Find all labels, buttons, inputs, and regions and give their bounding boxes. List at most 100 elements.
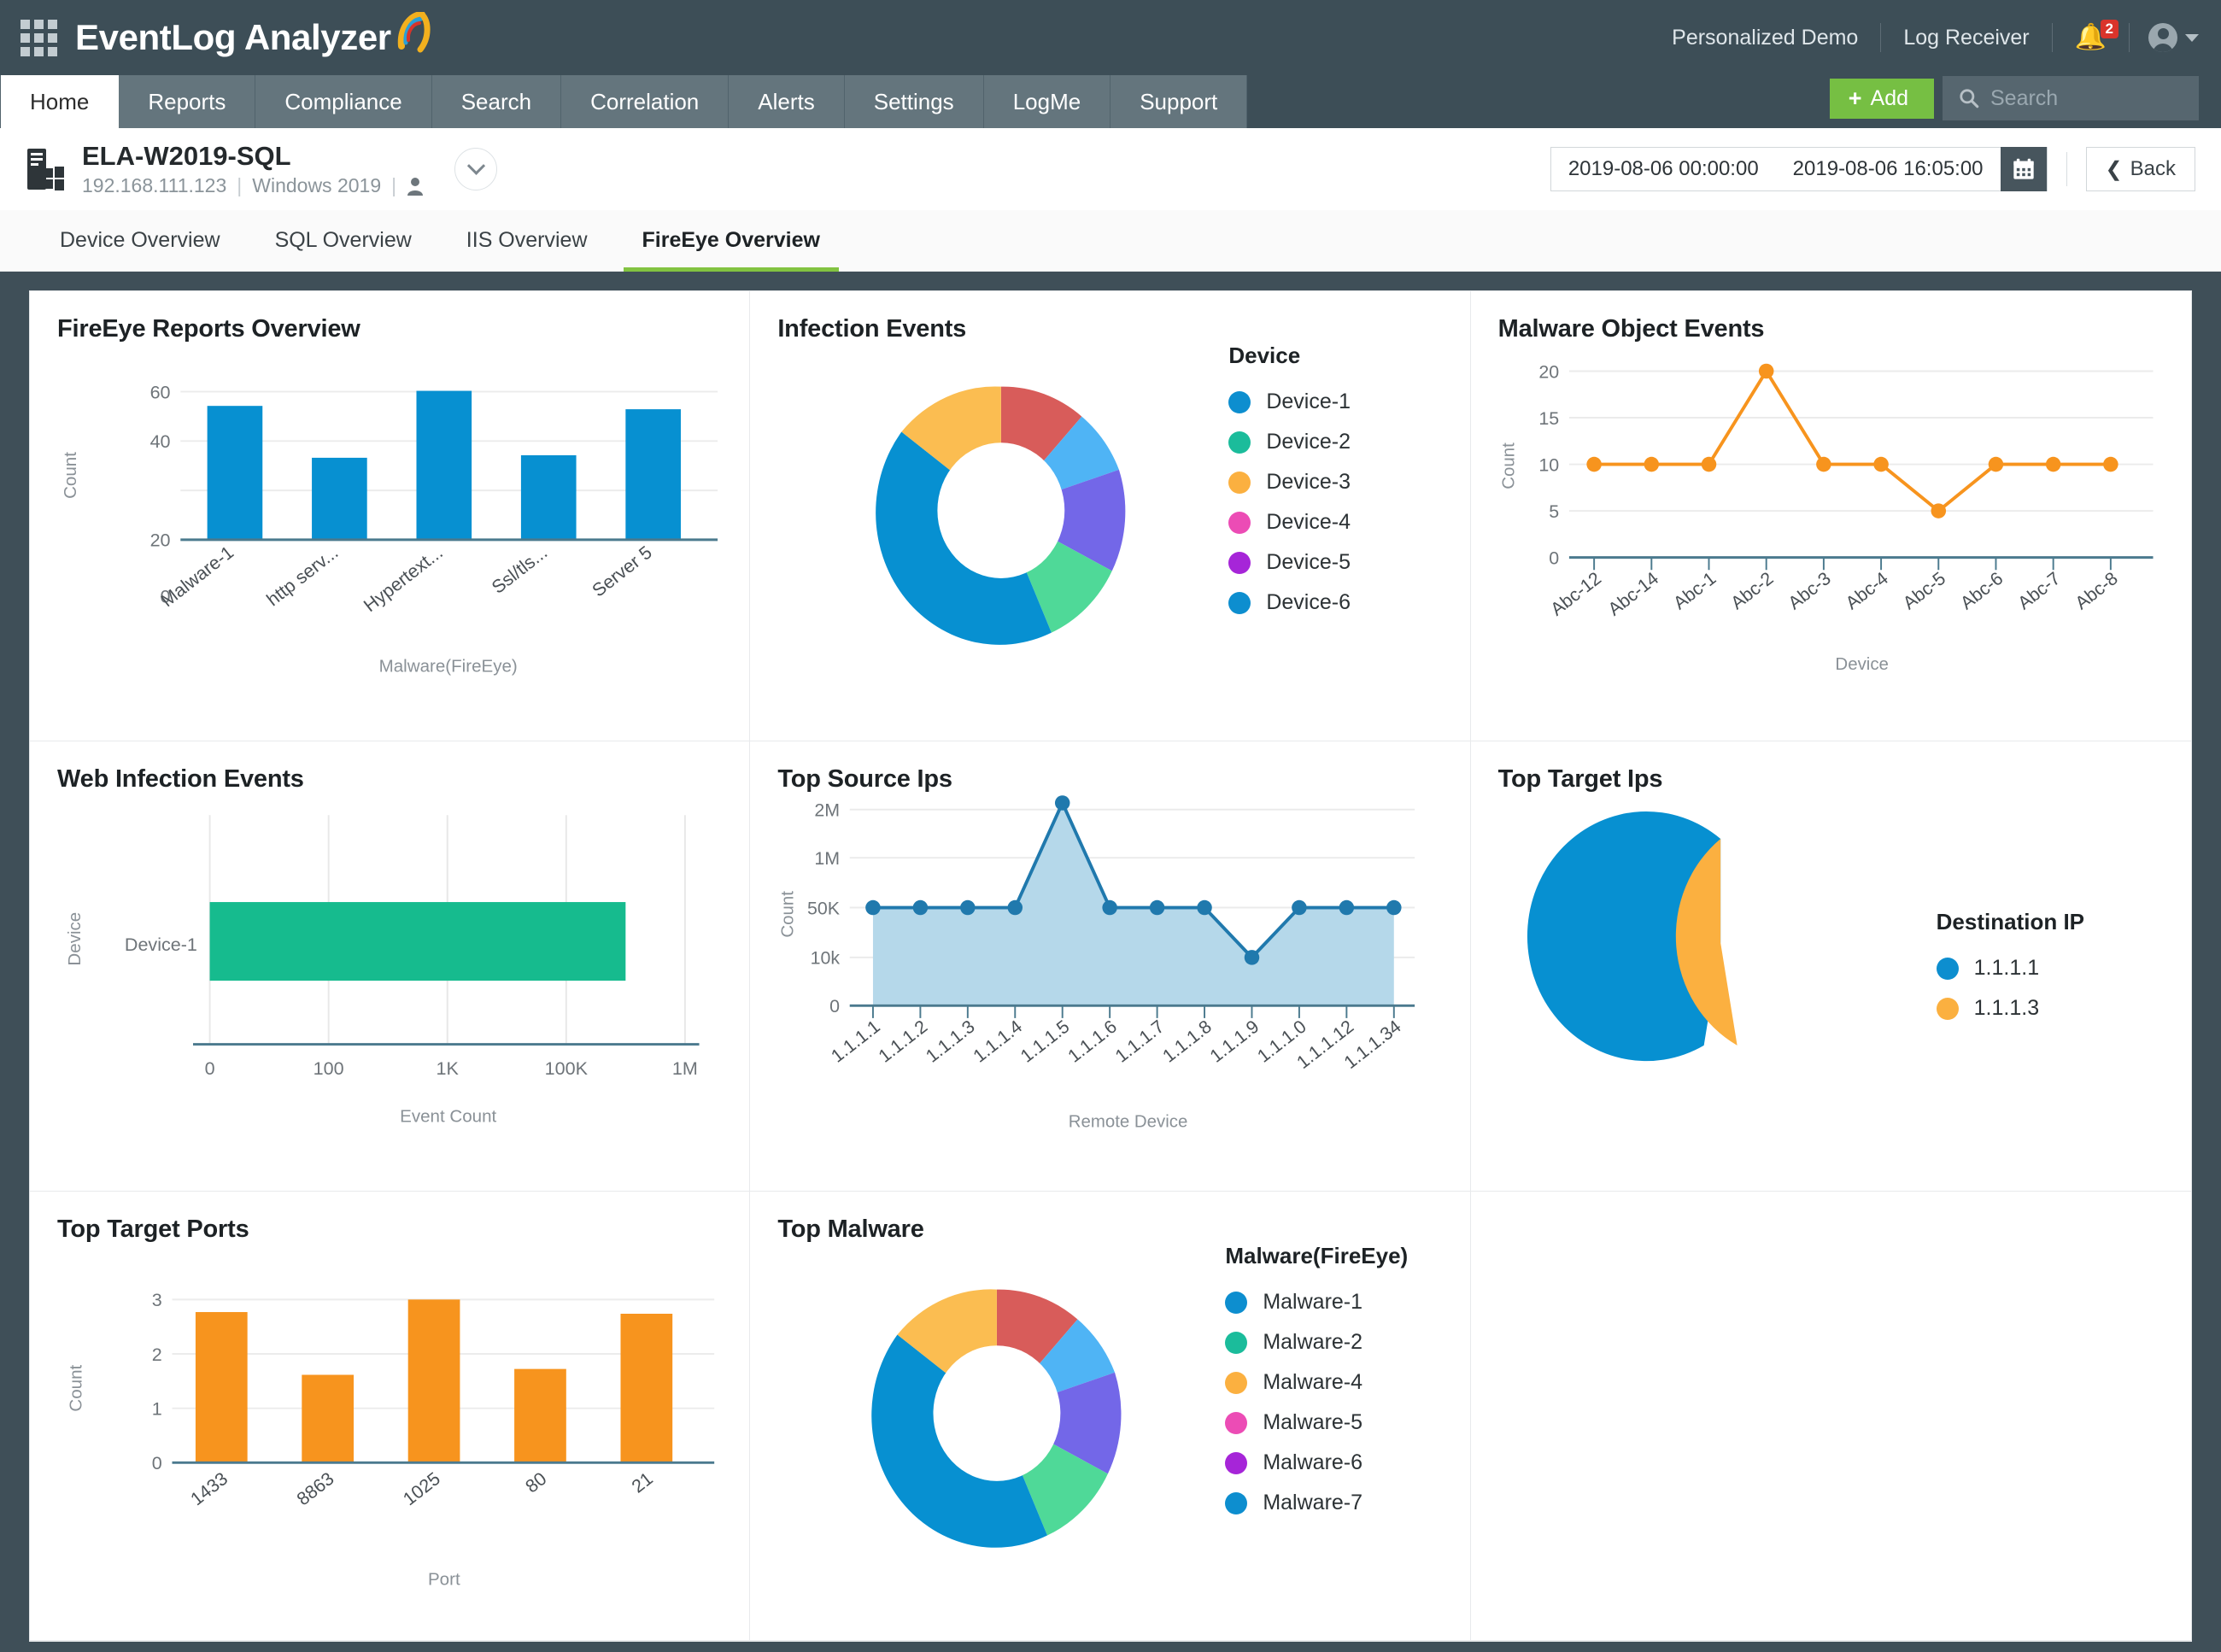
legend-item[interactable]: Malware-6 <box>1225 1450 1408 1475</box>
legend-color-swatch-icon <box>1225 1332 1247 1354</box>
nav-tab-correlation[interactable]: Correlation <box>561 75 729 128</box>
svg-text:1.1.1.4: 1.1.1.4 <box>970 1016 1026 1067</box>
legend-item[interactable]: 1.1.1.1 <box>1937 956 2084 981</box>
search-input[interactable] <box>1990 86 2183 111</box>
sub-tab-iis-overview[interactable]: IIS Overview <box>439 210 615 272</box>
legend-item[interactable]: Malware-4 <box>1225 1370 1408 1395</box>
svg-text:21: 21 <box>628 1468 657 1497</box>
chart-fireye-reports-overview[interactable]: 60 40 20 0 Count Malware-1 http serv... … <box>30 291 749 732</box>
nav-tab-logme[interactable]: LogMe <box>984 75 1111 128</box>
svg-text:Abc-3: Abc-3 <box>1784 568 1835 613</box>
svg-text:0: 0 <box>152 1453 162 1473</box>
svg-text:20: 20 <box>150 530 171 551</box>
x-tick-labels: 1433 8863 1025 80 21 <box>187 1468 657 1509</box>
y-axis-label: Device <box>65 912 85 966</box>
y-axis-label: Count <box>779 891 798 938</box>
add-button[interactable]: + Add <box>1830 79 1934 119</box>
global-search[interactable] <box>1943 76 2199 120</box>
nav-tab-home[interactable]: Home <box>0 75 119 128</box>
date-range-picker[interactable]: 2019-08-06 00:00:00 2019-08-06 16:05:00 <box>1550 147 2048 191</box>
card-top-target-ports: Top Target Ports 3 2 1 0 Count <box>30 1192 750 1641</box>
brand-logo[interactable]: EventLog Analyzer <box>75 17 432 58</box>
svg-text:Abc-4: Abc-4 <box>1842 568 1892 613</box>
legend-top-malware: Malware(FireEye) Malware-1Malware-2Malwa… <box>1225 1243 1408 1531</box>
legend-item[interactable]: Device-4 <box>1228 510 1351 535</box>
calendar-button[interactable] <box>2001 147 2047 191</box>
svg-text:1.1.1.3: 1.1.1.3 <box>923 1016 979 1067</box>
legend-item[interactable]: Device-1 <box>1228 390 1351 414</box>
y-tick-labels: 2M 1M 50K 10k 0 <box>807 800 841 1017</box>
legend-color-swatch-icon <box>1225 1412 1247 1434</box>
gridlines <box>1569 371 2154 511</box>
nav-tab-support[interactable]: Support <box>1110 75 1247 128</box>
plus-icon: + <box>1849 87 1862 110</box>
back-button[interactable]: ❮ Back <box>2086 147 2195 191</box>
legend-infection-events: Device Device-1Device-2Device-3Device-4D… <box>1228 343 1351 630</box>
add-button-label: Add <box>1871 86 1908 111</box>
legend-item[interactable]: Malware-5 <box>1225 1410 1408 1435</box>
user-menu[interactable] <box>2130 23 2199 52</box>
nav-tab-search[interactable]: Search <box>432 75 561 128</box>
log-receiver-link[interactable]: Log Receiver <box>1881 26 2051 50</box>
svg-text:Abc-1: Abc-1 <box>1669 568 1720 613</box>
legend-item[interactable]: Malware-2 <box>1225 1330 1408 1355</box>
notifications-button[interactable]: 🔔 2 <box>2053 25 2129 50</box>
svg-text:10: 10 <box>1538 454 1559 475</box>
legend-item[interactable]: Malware-1 <box>1225 1290 1408 1315</box>
sub-tab-fireeye-overview[interactable]: FireEye Overview <box>615 210 847 272</box>
legend-label: Device-6 <box>1266 590 1351 615</box>
personalized-demo-link[interactable]: Personalized Demo <box>1650 26 1880 50</box>
svg-text:20: 20 <box>1538 361 1559 382</box>
notification-badge: 2 <box>2101 20 2118 38</box>
legend-color-swatch-icon <box>1228 391 1251 413</box>
y-tick-label: Device-1 <box>125 934 197 955</box>
chart-web-infection-events[interactable]: Device-1 Device 0 100 1K 100K 1M Event C… <box>30 741 749 1182</box>
chart-malware-object-events[interactable]: 20 15 10 5 0 Count Abc-12 Abc-14 Abc-1 A… <box>1471 291 2191 729</box>
svg-text:0: 0 <box>205 1058 215 1079</box>
x-ticks <box>873 1005 1394 1018</box>
svg-text:Abc-8: Abc-8 <box>2071 568 2121 613</box>
nav-tab-reports[interactable]: Reports <box>119 75 255 128</box>
chart-top-source-ips[interactable]: 2M 1M 50K 10k 0 Count 1.1.1.1 1.1.1.2 1.… <box>750 741 1469 1180</box>
legend-label: 1.1.1.1 <box>1974 956 2039 981</box>
svg-text:1: 1 <box>152 1399 162 1420</box>
card-top-malware: Top Malware Malware(FireEye) Malware-1Ma… <box>750 1192 1470 1641</box>
svg-text:Abc-14: Abc-14 <box>1604 568 1662 620</box>
x-axis-label: Event Count <box>400 1107 496 1127</box>
main-nav: HomeReportsComplianceSearchCorrelationAl… <box>0 75 2221 128</box>
nav-actions: + Add <box>1830 76 2199 120</box>
legend-item[interactable]: Device-6 <box>1228 590 1351 615</box>
legend-item[interactable]: Device-3 <box>1228 470 1351 495</box>
line-series <box>1594 371 2111 511</box>
legend-color-swatch-icon <box>1228 552 1251 574</box>
sub-tab-sql-overview[interactable]: SQL Overview <box>248 210 439 272</box>
chart-infection-events[interactable] <box>750 291 1469 732</box>
legend-item[interactable]: Device-2 <box>1228 430 1351 454</box>
legend-item[interactable]: Malware-7 <box>1225 1491 1408 1515</box>
legend-label: Device-4 <box>1266 510 1351 535</box>
expand-device-button[interactable] <box>454 148 497 190</box>
legend-item[interactable]: Device-5 <box>1228 550 1351 575</box>
legend-items: Malware-1 Malware-2 Malware-4 Malware-5 Malw… <box>1225 1290 1408 1515</box>
svg-text:15: 15 <box>1538 408 1559 429</box>
date-from: 2019-08-06 00:00:00 <box>1551 157 1776 181</box>
legend-item[interactable]: 1.1.1.3 <box>1937 996 2084 1021</box>
legend-items: Device-1 Device-2 Device-3 Device-4 Device-5… <box>1228 390 1351 615</box>
device-os: Windows 2019 <box>252 174 381 197</box>
nav-tab-compliance[interactable]: Compliance <box>255 75 431 128</box>
area-fill <box>873 803 1394 1005</box>
nav-tab-alerts[interactable]: Alerts <box>729 75 844 128</box>
sub-tab-device-overview[interactable]: Device Overview <box>32 210 248 272</box>
x-axis-label: Port <box>428 1569 460 1589</box>
legend-top-target-ips: Destination IP 1.1.1.11.1.1.3 <box>1937 909 2084 1036</box>
app-launcher-icon[interactable] <box>19 18 58 57</box>
legend-label: Malware-2 <box>1263 1330 1362 1355</box>
svg-text:1433: 1433 <box>187 1468 232 1509</box>
svg-text:1.1.1.6: 1.1.1.6 <box>1064 1016 1121 1067</box>
chart-top-target-ports[interactable]: 3 2 1 0 Count 1433 8863 1025 80 21 Port <box>30 1192 749 1631</box>
nav-tab-settings[interactable]: Settings <box>845 75 984 128</box>
x-axis-label: Malware(FireEye) <box>379 657 518 677</box>
card-empty <box>1471 1192 2191 1641</box>
dashboard-grid: FireEye Reports Overview 60 40 20 0 <box>29 290 2192 1642</box>
bars <box>208 391 681 540</box>
